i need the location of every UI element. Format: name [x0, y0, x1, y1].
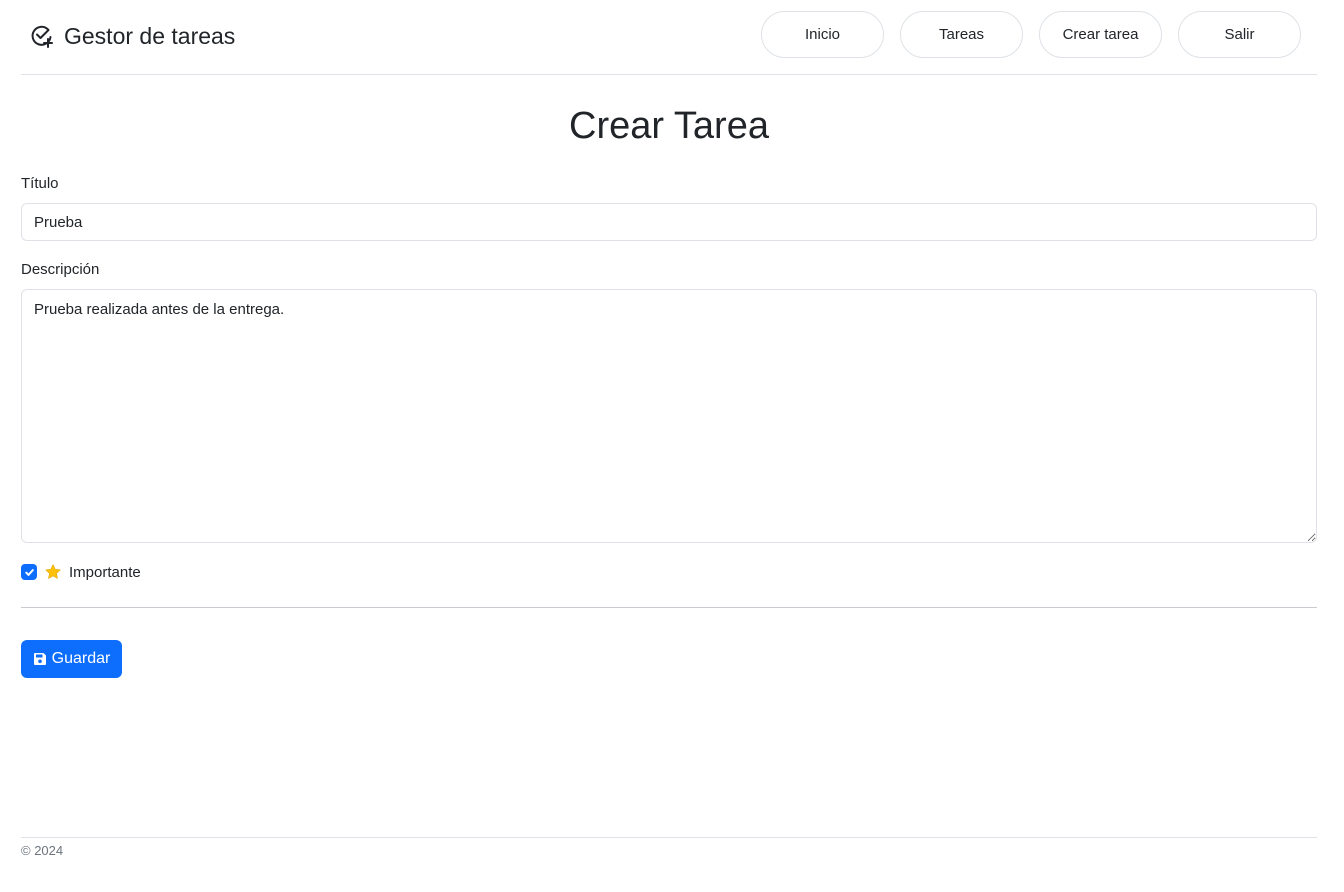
description-textarea[interactable]: Prueba realizada antes de la entrega.	[21, 289, 1317, 543]
important-label: Importante	[69, 563, 141, 581]
floppy-disk-icon	[33, 653, 46, 665]
navbar: Gestor de tareas Inicio Tareas Crear tar…	[21, 0, 1317, 75]
save-button[interactable]: Guardar	[21, 640, 122, 678]
nav-link-tareas[interactable]: Tareas	[900, 11, 1023, 58]
checkmark-icon	[24, 568, 34, 576]
save-button-label: Guardar	[51, 650, 111, 667]
nav-links: Inicio Tareas Crear tarea Salir	[761, 11, 1301, 58]
description-label: Descripción	[21, 261, 100, 278]
check-circle-plus-icon	[31, 25, 53, 48]
form-divider	[21, 607, 1317, 608]
important-checkbox-row: Importante	[21, 562, 141, 582]
nav-link-salir[interactable]: Salir	[1178, 11, 1301, 58]
footer-copyright: © 2024	[21, 843, 64, 858]
brand-label: Gestor de tareas	[64, 22, 236, 49]
important-checkbox[interactable]	[21, 564, 37, 580]
nav-link-inicio[interactable]: Inicio	[761, 11, 884, 58]
footer: © 2024	[21, 837, 1317, 858]
title-input[interactable]	[21, 203, 1317, 241]
title-label: Título	[21, 175, 59, 192]
brand[interactable]: Gestor de tareas	[30, 22, 235, 50]
nav-link-crear-tarea[interactable]: Crear tarea	[1039, 11, 1162, 58]
star-icon	[45, 564, 61, 579]
page-title: Crear Tarea	[569, 105, 769, 147]
